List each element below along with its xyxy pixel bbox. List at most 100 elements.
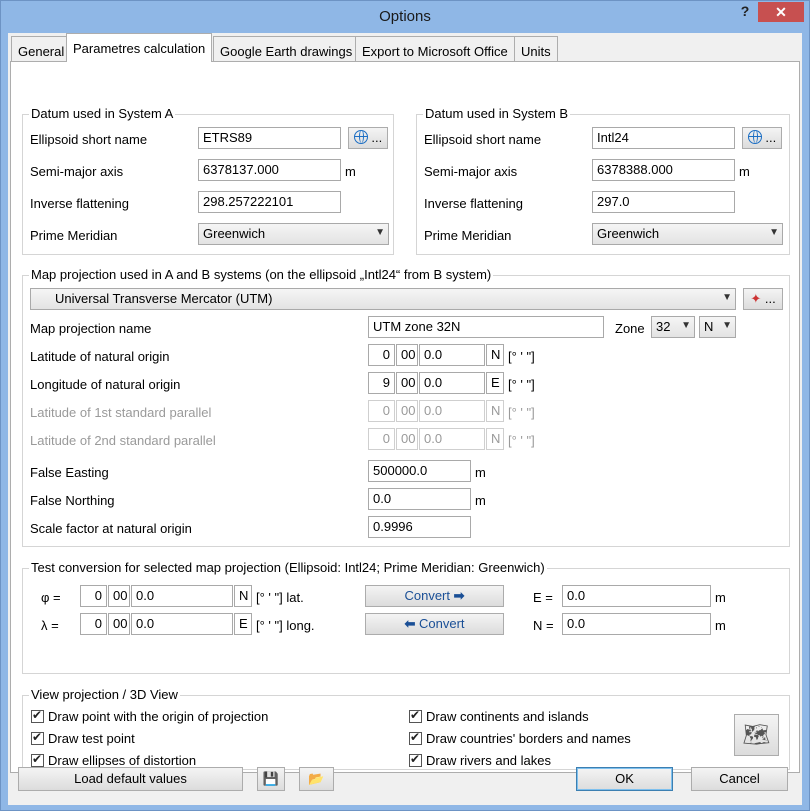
phi-hemisphere[interactable]: N xyxy=(234,585,252,607)
ok-button[interactable]: OK xyxy=(576,767,673,791)
draw-test-point-checkbox[interactable] xyxy=(31,730,44,745)
false-easting-input[interactable]: 500000.0 xyxy=(368,460,471,482)
tab-google-earth-drawings[interactable]: Google Earth drawings xyxy=(213,36,360,61)
phi-seconds[interactable]: 0.0 xyxy=(131,585,233,607)
semimajor-a-input[interactable]: 6378137.000 xyxy=(198,159,341,181)
title-bar[interactable]: Options ? ✕ xyxy=(1,1,809,33)
projection-value: Universal Transverse Mercator (UTM) xyxy=(55,291,273,306)
lat-origin-degrees[interactable]: 0 xyxy=(368,344,395,366)
std1-hemisphere: N xyxy=(486,400,504,422)
lat-origin-minutes[interactable]: 00 xyxy=(396,344,418,366)
meridian-a-value: Greenwich xyxy=(203,226,266,241)
lambda-label: λ = xyxy=(41,618,59,633)
draw-ellipses-checkbox[interactable] xyxy=(31,752,44,767)
lon-origin-minutes[interactable]: 00 xyxy=(396,372,418,394)
ellipsoid-a-browse-button[interactable]: ... xyxy=(348,127,388,149)
tab-parametres-calculation[interactable]: Parametres calculation xyxy=(66,33,213,62)
invflat-b-input[interactable]: 297.0 xyxy=(592,191,735,213)
ellipsoid-b-browse-button[interactable]: ... xyxy=(742,127,782,149)
draw-borders-checkbox[interactable] xyxy=(409,730,422,745)
group-view-title: View projection / 3D View xyxy=(29,687,180,702)
tab-general[interactable]: General xyxy=(11,36,72,61)
folder-open-icon: 📂 xyxy=(308,771,325,786)
semimajor-b-input[interactable]: 6378388.000 xyxy=(592,159,735,181)
std1-unit: [° ' "] xyxy=(508,405,535,420)
lat-origin-label: Latitude of natural origin xyxy=(30,349,170,364)
lambda-hemisphere[interactable]: E xyxy=(234,613,252,635)
world-map-view-button[interactable]: 🗺 xyxy=(734,714,779,756)
hemisphere-value: N xyxy=(704,319,714,334)
projection-name-label: Map projection name xyxy=(30,321,152,336)
projection-select[interactable]: Universal Transverse Mercator (UTM) ▼ xyxy=(30,288,736,310)
zone-value: 32 xyxy=(656,319,671,334)
meridian-b-value: Greenwich xyxy=(597,226,660,241)
northing-result-input[interactable]: 0.0 xyxy=(562,613,711,635)
draw-rivers-label: Draw rivers and lakes xyxy=(426,753,551,768)
lambda-degrees[interactable]: 0 xyxy=(80,613,107,635)
phi-unit: [° ' "] lat. xyxy=(256,590,304,605)
ellipsoid-a-input[interactable]: ETRS89 xyxy=(198,127,341,149)
group-test-title: Test conversion for selected map project… xyxy=(29,560,547,575)
draw-ellipses-label: Draw ellipses of distortion xyxy=(48,753,197,768)
draw-origin-label: Draw point with the origin of projection xyxy=(48,709,269,724)
lambda-seconds[interactable]: 0.0 xyxy=(131,613,233,635)
lon-origin-degrees[interactable]: 9 xyxy=(368,372,395,394)
help-button[interactable]: ? xyxy=(736,3,754,23)
easting-result-label: E = xyxy=(533,590,553,605)
convert-forward-label: Convert xyxy=(404,588,450,603)
convert-forward-button[interactable]: Convert ➡ xyxy=(365,585,504,607)
phi-minutes[interactable]: 00 xyxy=(108,585,130,607)
close-button[interactable]: ✕ xyxy=(758,2,804,22)
phi-degrees[interactable]: 0 xyxy=(80,585,107,607)
std1-minutes: 00 xyxy=(396,400,418,422)
lon-origin-hemisphere[interactable]: E xyxy=(486,372,504,394)
lat-origin-hemisphere[interactable]: N xyxy=(486,344,504,366)
false-northing-input[interactable]: 0.0 xyxy=(368,488,471,510)
false-northing-unit: m xyxy=(475,493,486,508)
tab-export-office[interactable]: Export to Microsoft Office xyxy=(355,36,515,61)
meridian-a-select[interactable]: Greenwich ▼ xyxy=(198,223,389,245)
projection-browse-label: ... xyxy=(764,291,776,306)
lon-origin-seconds[interactable]: 0.0 xyxy=(419,372,485,394)
projection-browse-button[interactable]: ✦ ... xyxy=(743,288,783,310)
group-projection-title: Map projection used in A and B systems (… xyxy=(29,267,494,282)
map-projection-icon: ✦ xyxy=(750,291,762,306)
chevron-down-icon: ▼ xyxy=(722,292,732,303)
phi-label: φ = xyxy=(41,590,61,605)
std2-seconds: 0.0 xyxy=(419,428,485,450)
convert-back-button[interactable]: ⬅ Convert xyxy=(365,613,504,635)
lat-origin-seconds[interactable]: 0.0 xyxy=(419,344,485,366)
meridian-b-label: Prime Meridian xyxy=(424,228,512,243)
meridian-b-select[interactable]: Greenwich ▼ xyxy=(592,223,783,245)
save-button[interactable]: 💾 xyxy=(257,767,285,791)
cancel-button[interactable]: Cancel xyxy=(691,767,788,791)
zone-select[interactable]: 32 ▼ xyxy=(651,316,695,338)
browse-a-label: ... xyxy=(371,130,383,145)
group-system-b: Datum used in System B Ellipsoid short n… xyxy=(416,106,790,255)
group-system-a-title: Datum used in System A xyxy=(29,106,176,121)
chevron-down-icon: ▼ xyxy=(375,227,385,238)
std1-degrees: 0 xyxy=(368,400,395,422)
invflat-b-label: Inverse flattening xyxy=(424,196,524,211)
false-northing-label: False Northing xyxy=(30,493,115,508)
lambda-minutes[interactable]: 00 xyxy=(108,613,130,635)
semimajor-b-unit: m xyxy=(739,164,750,179)
zone-label: Zone xyxy=(615,321,645,336)
draw-borders-label: Draw countries' borders and names xyxy=(426,731,631,746)
ellipsoid-a-label: Ellipsoid short name xyxy=(30,132,148,147)
draw-continents-checkbox[interactable] xyxy=(409,708,422,723)
invflat-a-input[interactable]: 298.257222101 xyxy=(198,191,341,213)
scale-factor-input[interactable]: 0.9996 xyxy=(368,516,471,538)
convert-back-label: Convert xyxy=(419,616,465,631)
ellipsoid-b-input[interactable]: Intl24 xyxy=(592,127,735,149)
draw-origin-checkbox[interactable] xyxy=(31,708,44,723)
projection-name-input[interactable]: UTM zone 32N xyxy=(368,316,604,338)
tab-units[interactable]: Units xyxy=(514,36,558,61)
draw-rivers-checkbox[interactable] xyxy=(409,752,422,767)
hemisphere-select[interactable]: N ▼ xyxy=(699,316,736,338)
open-folder-button[interactable]: 📂 xyxy=(299,767,334,791)
load-defaults-button[interactable]: Load default values xyxy=(18,767,243,791)
std1-seconds: 0.0 xyxy=(419,400,485,422)
lon-origin-unit: [° ' "] xyxy=(508,377,535,392)
easting-result-input[interactable]: 0.0 xyxy=(562,585,711,607)
